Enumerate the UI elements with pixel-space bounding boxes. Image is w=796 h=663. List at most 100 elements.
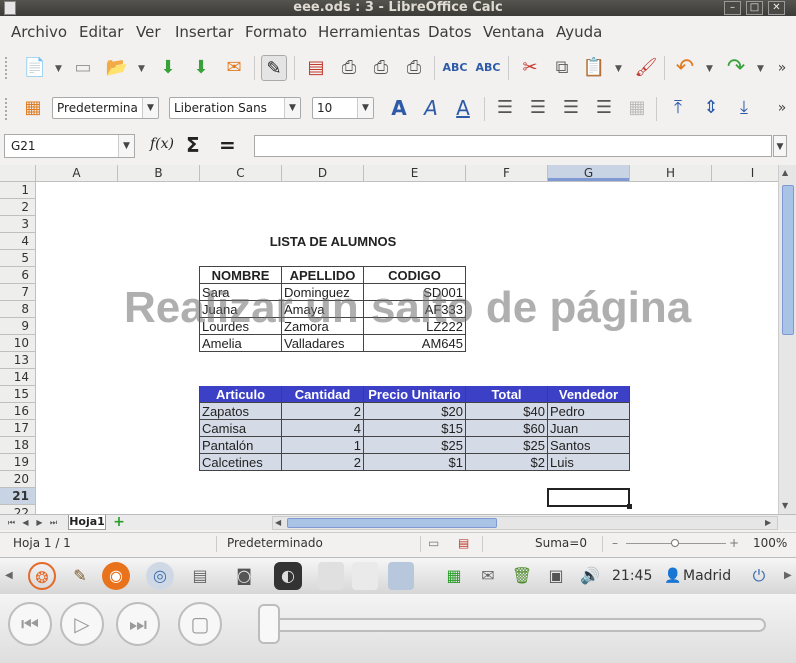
seek-bar[interactable]: [260, 618, 766, 632]
sales-cell[interactable]: $1: [364, 454, 466, 471]
page-style[interactable]: Predeterminado: [227, 533, 323, 553]
column-header-h[interactable]: H: [630, 165, 712, 182]
save-icon[interactable]: ⬇: [155, 55, 181, 81]
sales-cell[interactable]: Zapatos: [200, 403, 282, 420]
formula-input[interactable]: [254, 135, 772, 157]
row-header[interactable]: 18: [0, 437, 36, 454]
column-header-b[interactable]: B: [118, 165, 200, 182]
send-mail-icon[interactable]: ✉: [221, 55, 247, 81]
firefox-icon[interactable]: ◉: [102, 562, 130, 590]
sales-cell[interactable]: Pedro: [548, 403, 630, 420]
scroll-down-icon[interactable]: ▼: [782, 501, 788, 510]
menu-archivo[interactable]: Archivo: [11, 23, 67, 41]
row-header[interactable]: 5: [0, 250, 36, 267]
sales-cell[interactable]: Pantalón: [200, 437, 282, 454]
volume-icon[interactable]: 🔊: [576, 562, 604, 590]
print-preview-icon[interactable]: ⎙: [401, 55, 427, 81]
align-right-icon[interactable]: ☰: [558, 95, 584, 121]
workspace-switcher[interactable]: [388, 562, 414, 590]
save-as-icon[interactable]: ⬇: [188, 55, 214, 81]
add-sheet-icon[interactable]: +: [112, 515, 126, 529]
chromium-icon[interactable]: ◎: [146, 562, 174, 590]
sales-cell[interactable]: $15: [364, 420, 466, 437]
zoom-slider-knob[interactable]: [671, 539, 679, 547]
open-folder-icon[interactable]: 📂: [104, 55, 130, 81]
sales-cell[interactable]: Santos: [548, 437, 630, 454]
sales-cell[interactable]: $40: [466, 403, 548, 420]
next-sheet-icon[interactable]: ▶: [34, 517, 45, 528]
menu-insertar[interactable]: Insertar: [175, 23, 233, 41]
column-header-i[interactable]: I: [712, 165, 778, 182]
menu-formato[interactable]: Formato: [245, 23, 307, 41]
expand-formula-icon[interactable]: ▼: [773, 135, 787, 157]
students-cell[interactable]: Amelia: [200, 335, 282, 352]
edit-mode-icon[interactable]: ✎: [261, 55, 287, 81]
horizontal-scroll-thumb[interactable]: [287, 518, 497, 528]
row-header[interactable]: 16: [0, 403, 36, 420]
students-cell[interactable]: Dominguez: [282, 284, 364, 301]
toolbar-grip[interactable]: [5, 57, 8, 79]
bold-icon[interactable]: A: [386, 95, 412, 121]
stop-icon[interactable]: ▢: [178, 602, 222, 646]
documents-icon[interactable]: ▤: [186, 562, 214, 590]
menu-datos[interactable]: Datos: [428, 23, 472, 41]
sales-cell[interactable]: 4: [282, 420, 364, 437]
column-header-d[interactable]: D: [282, 165, 364, 182]
clone-format-icon[interactable]: 🖌: [633, 55, 659, 81]
rewind-icon[interactable]: ⏮: [8, 602, 52, 646]
students-cell[interactable]: Zamora: [282, 318, 364, 335]
last-sheet-icon[interactable]: ⏭: [48, 517, 59, 528]
chevron-down-icon[interactable]: ▼: [142, 98, 158, 118]
column-header-g[interactable]: G: [548, 165, 630, 182]
chevron-down-icon[interactable]: ▼: [757, 64, 765, 74]
scroll-right-icon[interactable]: ▶: [765, 518, 771, 527]
clock[interactable]: 21:45: [612, 568, 652, 584]
students-header-cell[interactable]: APELLIDO: [282, 267, 364, 284]
row-header[interactable]: 7: [0, 284, 36, 301]
students-cell[interactable]: Valladares: [282, 335, 364, 352]
redo-icon[interactable]: ↷: [723, 55, 749, 81]
row-header[interactable]: 3: [0, 216, 36, 233]
chevron-down-icon[interactable]: ▼: [357, 98, 373, 118]
italic-icon[interactable]: A: [418, 95, 444, 121]
row-header[interactable]: 20: [0, 471, 36, 488]
sheet-title[interactable]: LISTA DE ALUMNOS: [200, 233, 466, 250]
ubuntu-menu-icon[interactable]: ❂: [28, 562, 56, 590]
students-cell[interactable]: LZ222: [364, 318, 466, 335]
row-header[interactable]: 15: [0, 386, 36, 403]
user-icon[interactable]: 👤: [664, 568, 681, 584]
zoom-out-button[interactable]: –: [612, 533, 618, 553]
undo-icon[interactable]: ↶: [672, 55, 698, 81]
zoom-level[interactable]: 100%: [753, 533, 787, 553]
align-bottom-icon[interactable]: ⤓: [731, 95, 757, 121]
row-header[interactable]: 9: [0, 318, 36, 335]
previous-sheet-icon[interactable]: ◀: [20, 517, 31, 528]
toolbar-grip[interactable]: [5, 98, 8, 120]
selection-mode-icon[interactable]: ▭: [428, 533, 439, 553]
mail-icon[interactable]: ✉: [474, 562, 502, 590]
column-header-f[interactable]: F: [466, 165, 548, 182]
row-header[interactable]: 8: [0, 301, 36, 318]
sales-cell[interactable]: $20: [364, 403, 466, 420]
autospellcheck-icon[interactable]: ABC: [475, 55, 501, 81]
row-header[interactable]: 1: [0, 182, 36, 199]
maximize-button[interactable]: □: [746, 1, 763, 15]
sales-cell[interactable]: Calcetines: [200, 454, 282, 471]
template-icon[interactable]: ▭: [70, 55, 96, 81]
sales-header-cell[interactable]: Vendedor: [548, 386, 630, 403]
chevron-down-icon[interactable]: ▼: [138, 64, 146, 74]
sales-header-cell[interactable]: Articulo: [200, 386, 282, 403]
chevron-down-icon[interactable]: ▼: [615, 64, 623, 74]
sheet-tab-hoja1[interactable]: Hoja1: [68, 515, 106, 530]
font-name-select[interactable]: Liberation Sans ▼: [169, 97, 301, 119]
more-options-icon[interactable]: »: [772, 95, 792, 121]
sales-cell[interactable]: $25: [364, 437, 466, 454]
sales-header-cell[interactable]: Precio Unitario: [364, 386, 466, 403]
menu-ver[interactable]: Ver: [136, 23, 161, 41]
spreadsheet-grid[interactable]: A B C D E F G H I 1 2 3 4 5 6 7 8 9 10 1…: [0, 165, 778, 515]
chevron-down-icon[interactable]: ▼: [118, 135, 134, 157]
paste-icon[interactable]: 📋: [581, 55, 607, 81]
session-icon[interactable]: ⏻: [745, 562, 773, 590]
row-header[interactable]: 2: [0, 199, 36, 216]
row-header[interactable]: 13: [0, 352, 36, 369]
